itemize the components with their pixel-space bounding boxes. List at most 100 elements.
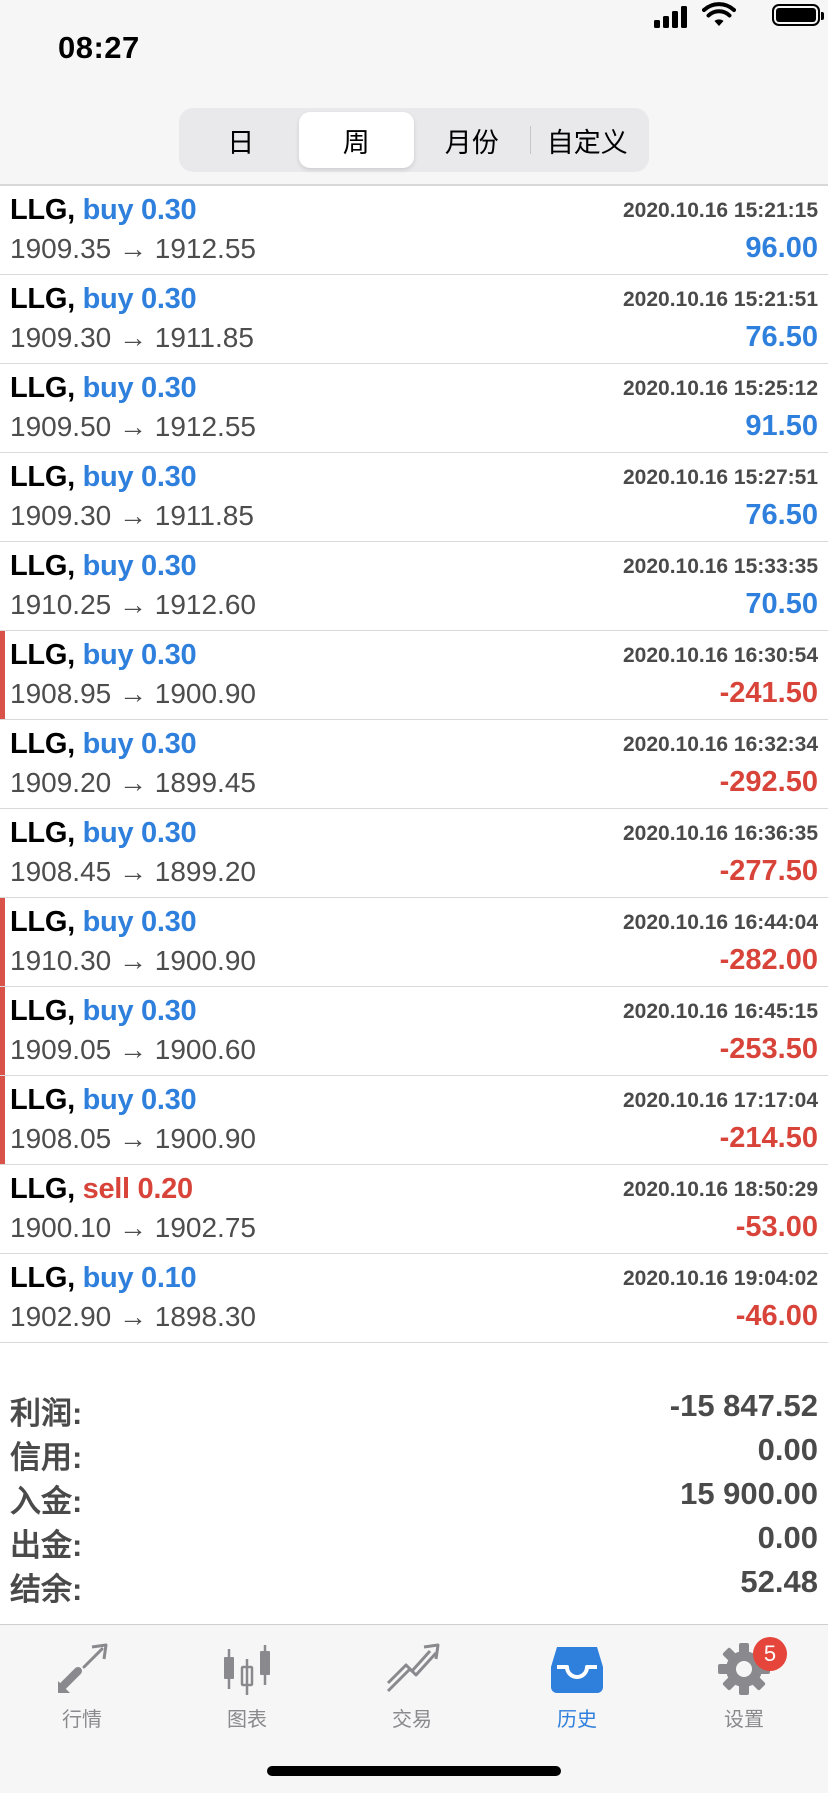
trade-side-volume: buy 0.10 (82, 1262, 197, 1294)
trade-title: LLG, buy 0.30 (10, 461, 197, 494)
trade-prices: 1900.10 → 1902.75 (10, 1212, 256, 1243)
summary-label: 入金: (10, 1484, 83, 1519)
trade-profit: 76.50 (745, 321, 818, 353)
table-row[interactable]: LLG, buy 0.30 2020.10.16 16:30:54 1908.95 … (0, 631, 828, 720)
summary-row: 入金: 15 900.00 (0, 1472, 828, 1519)
status-time: 08:27 (58, 30, 140, 65)
cellular-signal-icon (654, 6, 688, 28)
trade-prices: 1908.95 → 1900.90 (10, 678, 256, 709)
trade-profit: -46.00 (735, 1300, 818, 1332)
trade-title: LLG, buy 0.30 (10, 550, 197, 583)
trade-profit: 91.50 (745, 410, 818, 442)
summary-value: 0.00 (757, 1432, 818, 1467)
table-row[interactable]: LLG, buy 0.30 2020.10.16 16:36:35 1908.45 … (0, 809, 828, 898)
tab-label: 历史 (557, 1709, 597, 1731)
trade-side-volume: buy 0.30 (82, 194, 197, 226)
trade-time: 2020.10.16 16:30:54 (623, 644, 818, 667)
battery-icon (772, 4, 824, 26)
table-row[interactable]: LLG, buy 0.30 2020.10.16 16:44:04 1910.30 … (0, 898, 828, 987)
summary-label: 信用: (10, 1440, 83, 1475)
trade-title: LLG, buy 0.30 (10, 906, 197, 939)
trade-title: LLG, buy 0.30 (10, 372, 197, 405)
trade-profit: -53.00 (735, 1211, 818, 1243)
account-summary: 利润: -15 847.52 信用: 0.00 入金: 15 900.00 出金: 0.00 结… (0, 1384, 828, 1624)
table-row[interactable]: LLG, buy 0.30 2020.10.16 15:21:15 1909.35 … (0, 186, 828, 275)
table-row[interactable]: LLG, buy 0.30 2020.10.16 15:33:35 1910.25 … (0, 542, 828, 631)
trade-time: 2020.10.16 15:21:15 (623, 199, 818, 222)
trade-title: LLG, buy 0.30 (10, 283, 197, 316)
trade-side-volume: buy 0.30 (82, 550, 197, 582)
trade-title: LLG, buy 0.30 (10, 817, 197, 850)
trade-time: 2020.10.16 15:25:12 (623, 377, 818, 400)
summary-row: 出金: 0.00 (0, 1516, 828, 1563)
trade-symbol: LLG, (10, 995, 75, 1027)
trade-profit: -282.00 (719, 944, 818, 976)
trade-symbol: LLG, (10, 550, 75, 582)
notification-badge: 5 (753, 1637, 787, 1671)
trade-side-volume: buy 0.30 (82, 817, 197, 849)
tab-label: 设置 (724, 1709, 764, 1731)
tab-period-0[interactable]: 日 (183, 112, 299, 168)
table-row[interactable]: LLG, sell 0.20 2020.10.16 18:50:29 1900.10… (0, 1165, 828, 1254)
table-row[interactable]: LLG, buy 0.30 2020.10.16 15:25:12 1909.50 … (0, 364, 828, 453)
table-row[interactable]: LLG, buy 0.30 2020.10.16 17:17:04 1908.05 … (0, 1076, 828, 1165)
trade-time: 2020.10.16 16:32:34 (623, 733, 818, 756)
trade-prices: 1909.35 → 1912.55 (10, 233, 256, 264)
trade-title: LLG, buy 0.30 (10, 1084, 197, 1117)
table-row[interactable]: LLG, buy 0.30 2020.10.16 15:21:51 1909.30 … (0, 275, 828, 364)
trade-history-list[interactable]: LLG, 1909.35 → 1912.5094.50LLG, buy 0.30… (0, 140, 828, 1384)
trade-title: LLG, buy 0.10 (10, 1262, 197, 1295)
summary-value: 52.48 (740, 1564, 818, 1599)
trade-time: 2020.10.16 15:21:51 (623, 288, 818, 311)
tab-trade[interactable]: 交易 (357, 1641, 467, 1732)
trade-profit: 70.50 (745, 588, 818, 620)
table-row[interactable]: LLG, buy 0.30 2020.10.16 15:27:51 1909.30 … (0, 453, 828, 542)
tab-label: 行情 (62, 1709, 102, 1731)
tab-settings[interactable]: 5 设置 (689, 1637, 799, 1732)
trade-title: LLG, buy 0.30 (10, 728, 197, 761)
trade-symbol: LLG, (10, 906, 75, 938)
tab-history[interactable]: 历史 (522, 1641, 632, 1732)
trade-prices: 1908.45 → 1899.20 (10, 856, 256, 887)
trade-symbol: LLG, (10, 194, 75, 226)
tab-charts[interactable]: 图表 (192, 1641, 302, 1732)
summary-row: 利润: -15 847.52 (0, 1384, 828, 1431)
trade-prices: 1902.90 → 1898.30 (10, 1301, 256, 1332)
table-row[interactable]: LLG, buy 0.10 2020.10.16 19:04:02 1902.90 … (0, 1254, 828, 1343)
trade-symbol: LLG, (10, 1262, 75, 1294)
trade-symbol: LLG, (10, 817, 75, 849)
tab-period-3[interactable]: 自定义 (529, 112, 646, 168)
trade-time: 2020.10.16 19:04:02 (623, 1267, 818, 1290)
table-row[interactable]: LLG, buy 0.30 2020.10.16 16:32:34 1909.20 … (0, 720, 828, 809)
quotes-arrows-icon (58, 1643, 108, 1693)
home-indicator[interactable] (267, 1766, 561, 1776)
tab-period-2[interactable]: 月份 (414, 112, 530, 168)
trade-prices: 1908.05 → 1900.90 (10, 1123, 256, 1154)
trade-prices: 1909.20 → 1899.45 (10, 767, 256, 798)
trade-time: 2020.10.16 15:27:51 (623, 466, 818, 489)
trade-time: 2020.10.16 17:17:04 (623, 1089, 818, 1112)
trade-prices: 1909.05 → 1900.60 (10, 1034, 256, 1065)
table-row[interactable]: LLG, buy 0.30 2020.10.16 16:45:15 1909.05 … (0, 987, 828, 1076)
period-segmented-control: 日周月份 自定义 (179, 108, 649, 172)
trade-side-volume: buy 0.30 (82, 372, 197, 404)
trade-prices: 1909.30 → 1911.85 (10, 322, 254, 353)
trade-profit: -241.50 (719, 677, 818, 709)
trade-time: 2020.10.16 15:33:35 (623, 555, 818, 578)
tab-label: 交易 (392, 1709, 432, 1731)
wifi-icon (702, 2, 736, 26)
trade-side-volume: buy 0.30 (82, 283, 197, 315)
tab-label: 图表 (227, 1709, 267, 1731)
summary-row: 结余: 52.48 (0, 1560, 828, 1607)
trade-side-volume: buy 0.30 (82, 995, 197, 1027)
trade-side-volume: buy 0.30 (82, 1084, 197, 1116)
summary-value: 0.00 (757, 1520, 818, 1555)
trade-symbol: LLG, (10, 1173, 75, 1205)
tab-period-1[interactable]: 周 (298, 112, 414, 168)
trade-side-volume: buy 0.30 (82, 639, 197, 671)
trade-prices: 1910.25 → 1912.60 (10, 589, 256, 620)
trade-profit: 76.50 (745, 499, 818, 531)
trade-title: LLG, buy 0.30 (10, 194, 197, 227)
trade-profit: -214.50 (719, 1122, 818, 1154)
tab-quotes[interactable]: 行情 (27, 1641, 137, 1732)
